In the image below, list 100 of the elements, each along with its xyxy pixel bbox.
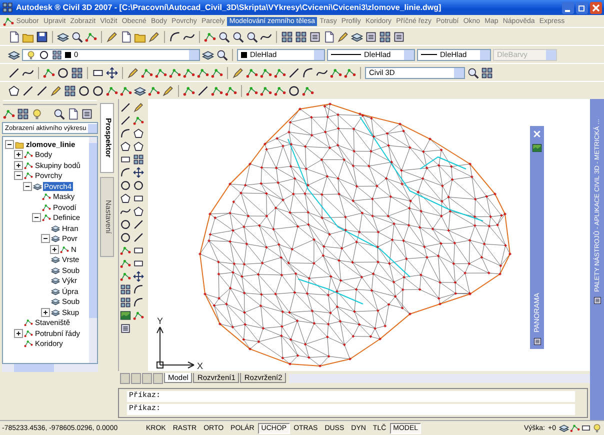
- circle-icon[interactable]: [120, 219, 131, 230]
- page-icon[interactable]: [120, 30, 132, 42]
- expand-toggle[interactable]: [41, 234, 50, 244]
- zoom-icon[interactable]: [218, 30, 230, 42]
- line-icon[interactable]: [120, 115, 131, 126]
- circle-icon[interactable]: [120, 180, 131, 191]
- pencil-icon[interactable]: [50, 84, 62, 96]
- rectangle-icon[interactable]: [581, 423, 591, 433]
- minimize-icon[interactable]: [562, 2, 574, 14]
- list-icon[interactable]: [365, 30, 377, 42]
- pencil-icon[interactable]: [148, 30, 160, 42]
- polygon-icon[interactable]: [8, 84, 20, 96]
- points-icon[interactable]: [570, 423, 580, 433]
- page-icon[interactable]: [323, 30, 335, 42]
- circle-icon[interactable]: [288, 84, 300, 96]
- curve-icon[interactable]: [120, 206, 131, 217]
- picture-icon[interactable]: [120, 310, 131, 321]
- scrollbar[interactable]: [89, 137, 97, 363]
- points-icon[interactable]: [3, 108, 15, 120]
- points-icon[interactable]: [330, 66, 342, 78]
- pencil-icon[interactable]: [232, 66, 244, 78]
- points-icon[interactable]: [120, 271, 131, 282]
- expand-toggle[interactable]: [32, 213, 41, 222]
- points-icon[interactable]: [141, 66, 153, 78]
- move-arrows-icon[interactable]: [106, 66, 118, 78]
- arc-icon[interactable]: [302, 66, 314, 78]
- points-icon[interactable]: [148, 84, 160, 96]
- rectangle-icon[interactable]: [133, 193, 144, 204]
- points-icon[interactable]: [85, 30, 97, 42]
- polygon-icon[interactable]: [133, 206, 144, 217]
- points-icon[interactable]: [274, 84, 286, 96]
- arc-icon[interactable]: [133, 284, 144, 295]
- list-icon[interactable]: [393, 30, 405, 42]
- scrollbar[interactable]: [289, 374, 590, 382]
- line-icon[interactable]: [120, 102, 131, 113]
- line-icon[interactable]: [36, 84, 48, 96]
- list-icon[interactable]: [120, 323, 131, 334]
- points-icon[interactable]: [133, 115, 144, 126]
- points-icon[interactable]: [246, 66, 258, 78]
- circle-icon[interactable]: [120, 232, 131, 243]
- polygon-icon[interactable]: [133, 141, 144, 152]
- close-icon[interactable]: [590, 2, 602, 14]
- grid-icon[interactable]: [481, 66, 493, 78]
- grid-icon[interactable]: [17, 108, 29, 120]
- polygon-icon[interactable]: [120, 141, 131, 152]
- points-icon[interactable]: [246, 84, 258, 96]
- circle-icon[interactable]: [57, 66, 69, 78]
- grid-icon[interactable]: [379, 30, 391, 42]
- points-icon[interactable]: [260, 84, 272, 96]
- circle-icon[interactable]: [78, 84, 90, 96]
- arc-icon[interactable]: [133, 297, 144, 308]
- scrollbar[interactable]: [2, 364, 98, 372]
- line-icon[interactable]: [22, 84, 34, 96]
- line-icon[interactable]: [8, 66, 20, 78]
- points-icon[interactable]: [169, 66, 181, 78]
- points-icon[interactable]: [120, 84, 132, 96]
- grid-icon[interactable]: [281, 30, 293, 42]
- pencil-icon[interactable]: [127, 66, 139, 78]
- panel-grip[interactable]: [3, 100, 97, 105]
- zoom-icon[interactable]: [467, 66, 479, 78]
- points-icon[interactable]: [43, 66, 55, 78]
- circle-icon[interactable]: [133, 180, 144, 191]
- expand-toggle[interactable]: [41, 308, 50, 317]
- points-icon[interactable]: [225, 84, 237, 96]
- grid-icon[interactable]: [120, 297, 131, 308]
- rectangle-icon[interactable]: [133, 245, 144, 256]
- expand-toggle[interactable]: [14, 328, 23, 338]
- close-icon[interactable]: [532, 129, 542, 139]
- layers-icon[interactable]: [8, 48, 20, 60]
- pencil-icon[interactable]: [162, 84, 174, 96]
- points-icon[interactable]: [302, 84, 314, 96]
- points-icon[interactable]: [133, 310, 144, 321]
- points-icon[interactable]: [204, 30, 216, 42]
- line-icon[interactable]: [133, 219, 144, 230]
- restore-icon[interactable]: [576, 2, 588, 14]
- points-icon[interactable]: [344, 66, 356, 78]
- arc-icon[interactable]: [120, 167, 131, 178]
- pencil-icon[interactable]: [106, 30, 118, 42]
- zoom-icon[interactable]: [53, 108, 65, 120]
- move-arrows-icon[interactable]: [133, 167, 144, 178]
- page-icon[interactable]: [67, 108, 79, 120]
- list-icon[interactable]: [309, 30, 321, 42]
- bulb-icon[interactable]: [592, 423, 602, 433]
- points-icon[interactable]: [211, 66, 223, 78]
- polygon-icon[interactable]: [120, 193, 131, 204]
- grid-icon[interactable]: [133, 154, 144, 165]
- move-arrows-icon[interactable]: [133, 271, 144, 282]
- expand-toggle[interactable]: [14, 171, 23, 180]
- layers-icon[interactable]: [351, 30, 363, 42]
- expand-toggle[interactable]: [14, 160, 23, 170]
- points-icon[interactable]: [211, 84, 223, 96]
- zoom-icon[interactable]: [71, 30, 83, 42]
- points-icon[interactable]: [274, 66, 286, 78]
- polygon-icon[interactable]: [133, 128, 144, 139]
- pencil-icon[interactable]: [133, 102, 144, 113]
- rectangle-icon[interactable]: [133, 258, 144, 269]
- expand-toggle[interactable]: [14, 150, 23, 160]
- page-icon[interactable]: [8, 30, 20, 42]
- zoom-icon[interactable]: [216, 48, 228, 60]
- expand-toggle[interactable]: [50, 244, 59, 254]
